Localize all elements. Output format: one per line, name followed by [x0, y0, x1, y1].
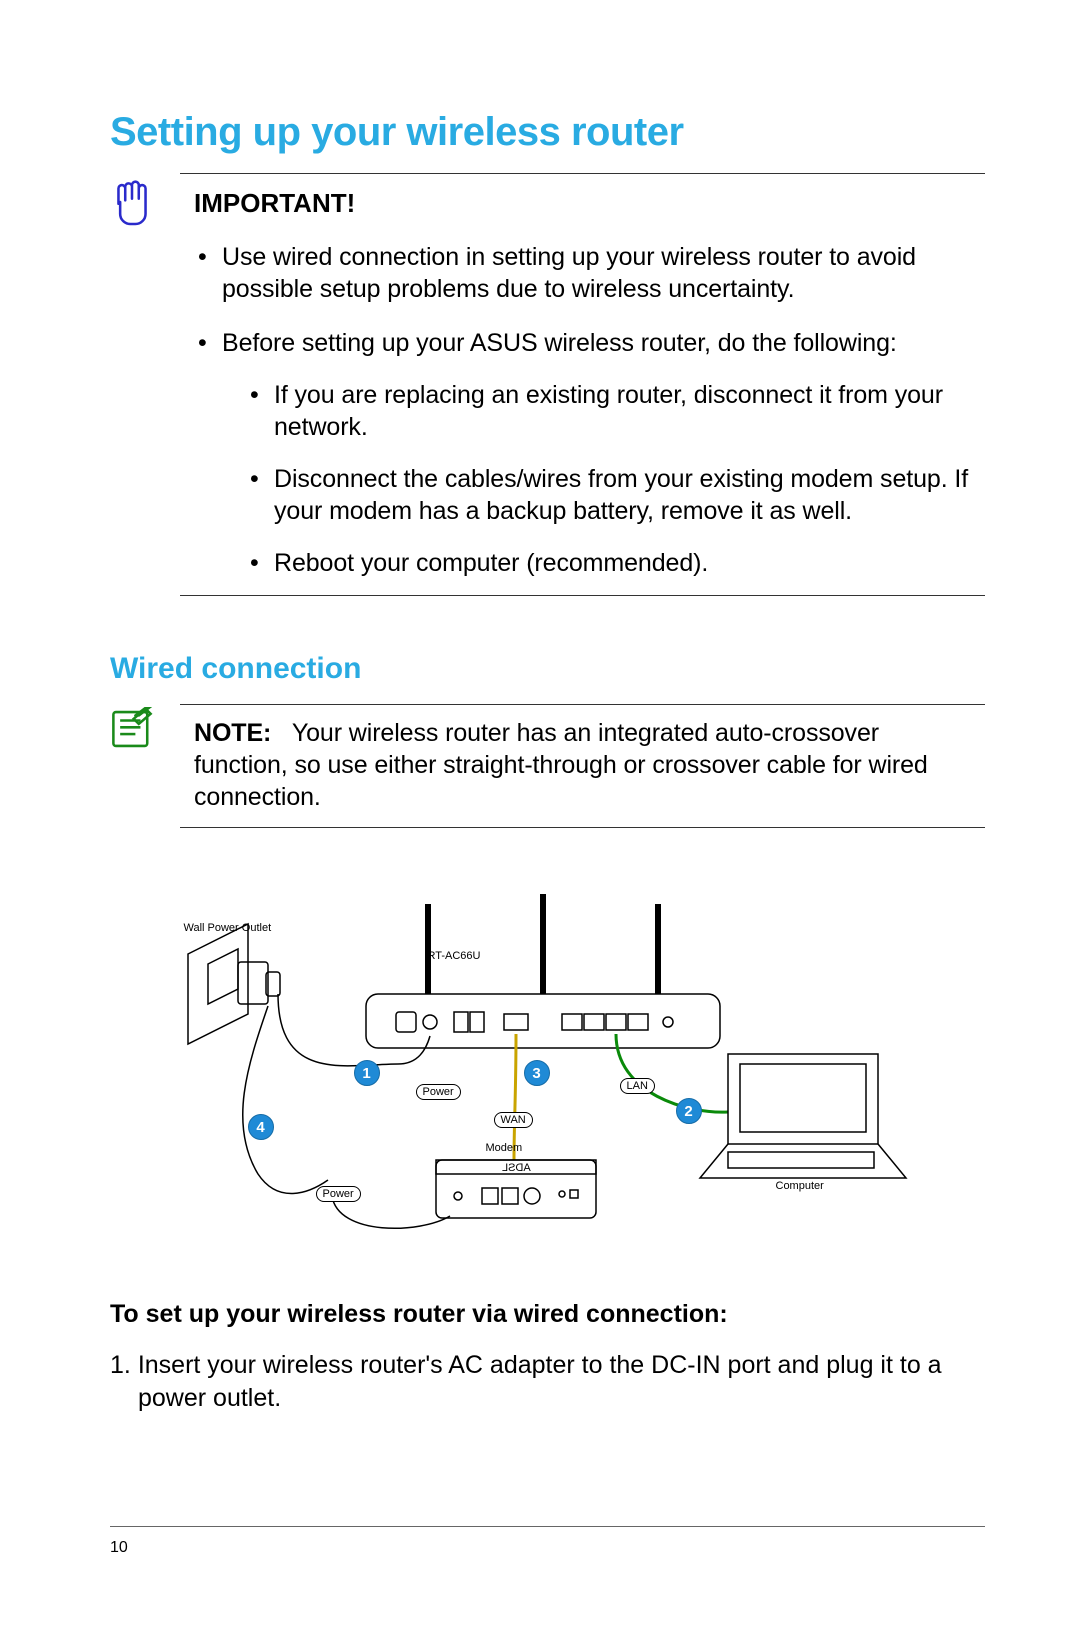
- diagram-svg: [168, 864, 928, 1264]
- diagram-pill-power-modem: Power: [316, 1186, 361, 1202]
- diagram-marker-4: 4: [248, 1114, 274, 1140]
- step-text: Insert your wireless router's AC adapter…: [138, 1351, 942, 1412]
- diagram-pill-wan: WAN: [494, 1112, 533, 1128]
- note-text: NOTE: Your wireless router has an integr…: [194, 717, 977, 813]
- list-item-text: Before setting up your ASUS wireless rou…: [222, 329, 897, 357]
- diagram-marker-2: 2: [676, 1098, 702, 1124]
- diagram-marker-1: 1: [354, 1060, 380, 1086]
- footer-rule: [110, 1526, 985, 1527]
- note-label: NOTE:: [194, 719, 271, 747]
- note-body: Your wireless router has an integrated a…: [194, 719, 928, 811]
- list-item: Use wired connection in setting up your …: [198, 241, 977, 305]
- diagram-marker-3: 3: [524, 1060, 550, 1086]
- diagram-label-wall: Wall Power Outlet: [184, 922, 272, 934]
- diagram-pill-lan: LAN: [620, 1078, 655, 1094]
- list-item: Reboot your computer (recommended).: [250, 547, 977, 579]
- step-1: 1. Insert your wireless router's AC adap…: [110, 1349, 985, 1414]
- important-list: Use wired connection in setting up your …: [194, 241, 977, 579]
- list-item: Disconnect the cables/wires from your ex…: [250, 463, 977, 527]
- list-item: If you are replacing an existing router,…: [250, 379, 977, 443]
- wired-connection-diagram: Wall Power Outlet RT-AC66U Modem ADSL Co…: [168, 864, 928, 1264]
- diagram-label-router: RT-AC66U: [428, 950, 481, 962]
- note-callout: NOTE: Your wireless router has an integr…: [180, 704, 985, 828]
- page-number: 10: [110, 1539, 128, 1557]
- important-sublist: If you are replacing an existing router,…: [222, 379, 977, 579]
- list-item: Before setting up your ASUS wireless rou…: [198, 327, 977, 579]
- diagram-pill-power-router: Power: [416, 1084, 461, 1100]
- important-label: IMPORTANT!: [194, 188, 977, 219]
- diagram-label-modem: Modem: [486, 1142, 523, 1154]
- section-heading-wired: Wired connection: [110, 652, 985, 686]
- diagram-label-modem-brand: ADSL: [502, 1162, 531, 1174]
- note-icon: [110, 707, 162, 759]
- hand-stop-icon: [110, 176, 162, 228]
- diagram-label-computer: Computer: [776, 1180, 824, 1192]
- important-callout: IMPORTANT! Use wired connection in setti…: [180, 173, 985, 596]
- page-title: Setting up your wireless router: [110, 110, 985, 155]
- instructions-heading: To set up your wireless router via wired…: [110, 1300, 985, 1329]
- step-number: 1.: [110, 1351, 131, 1379]
